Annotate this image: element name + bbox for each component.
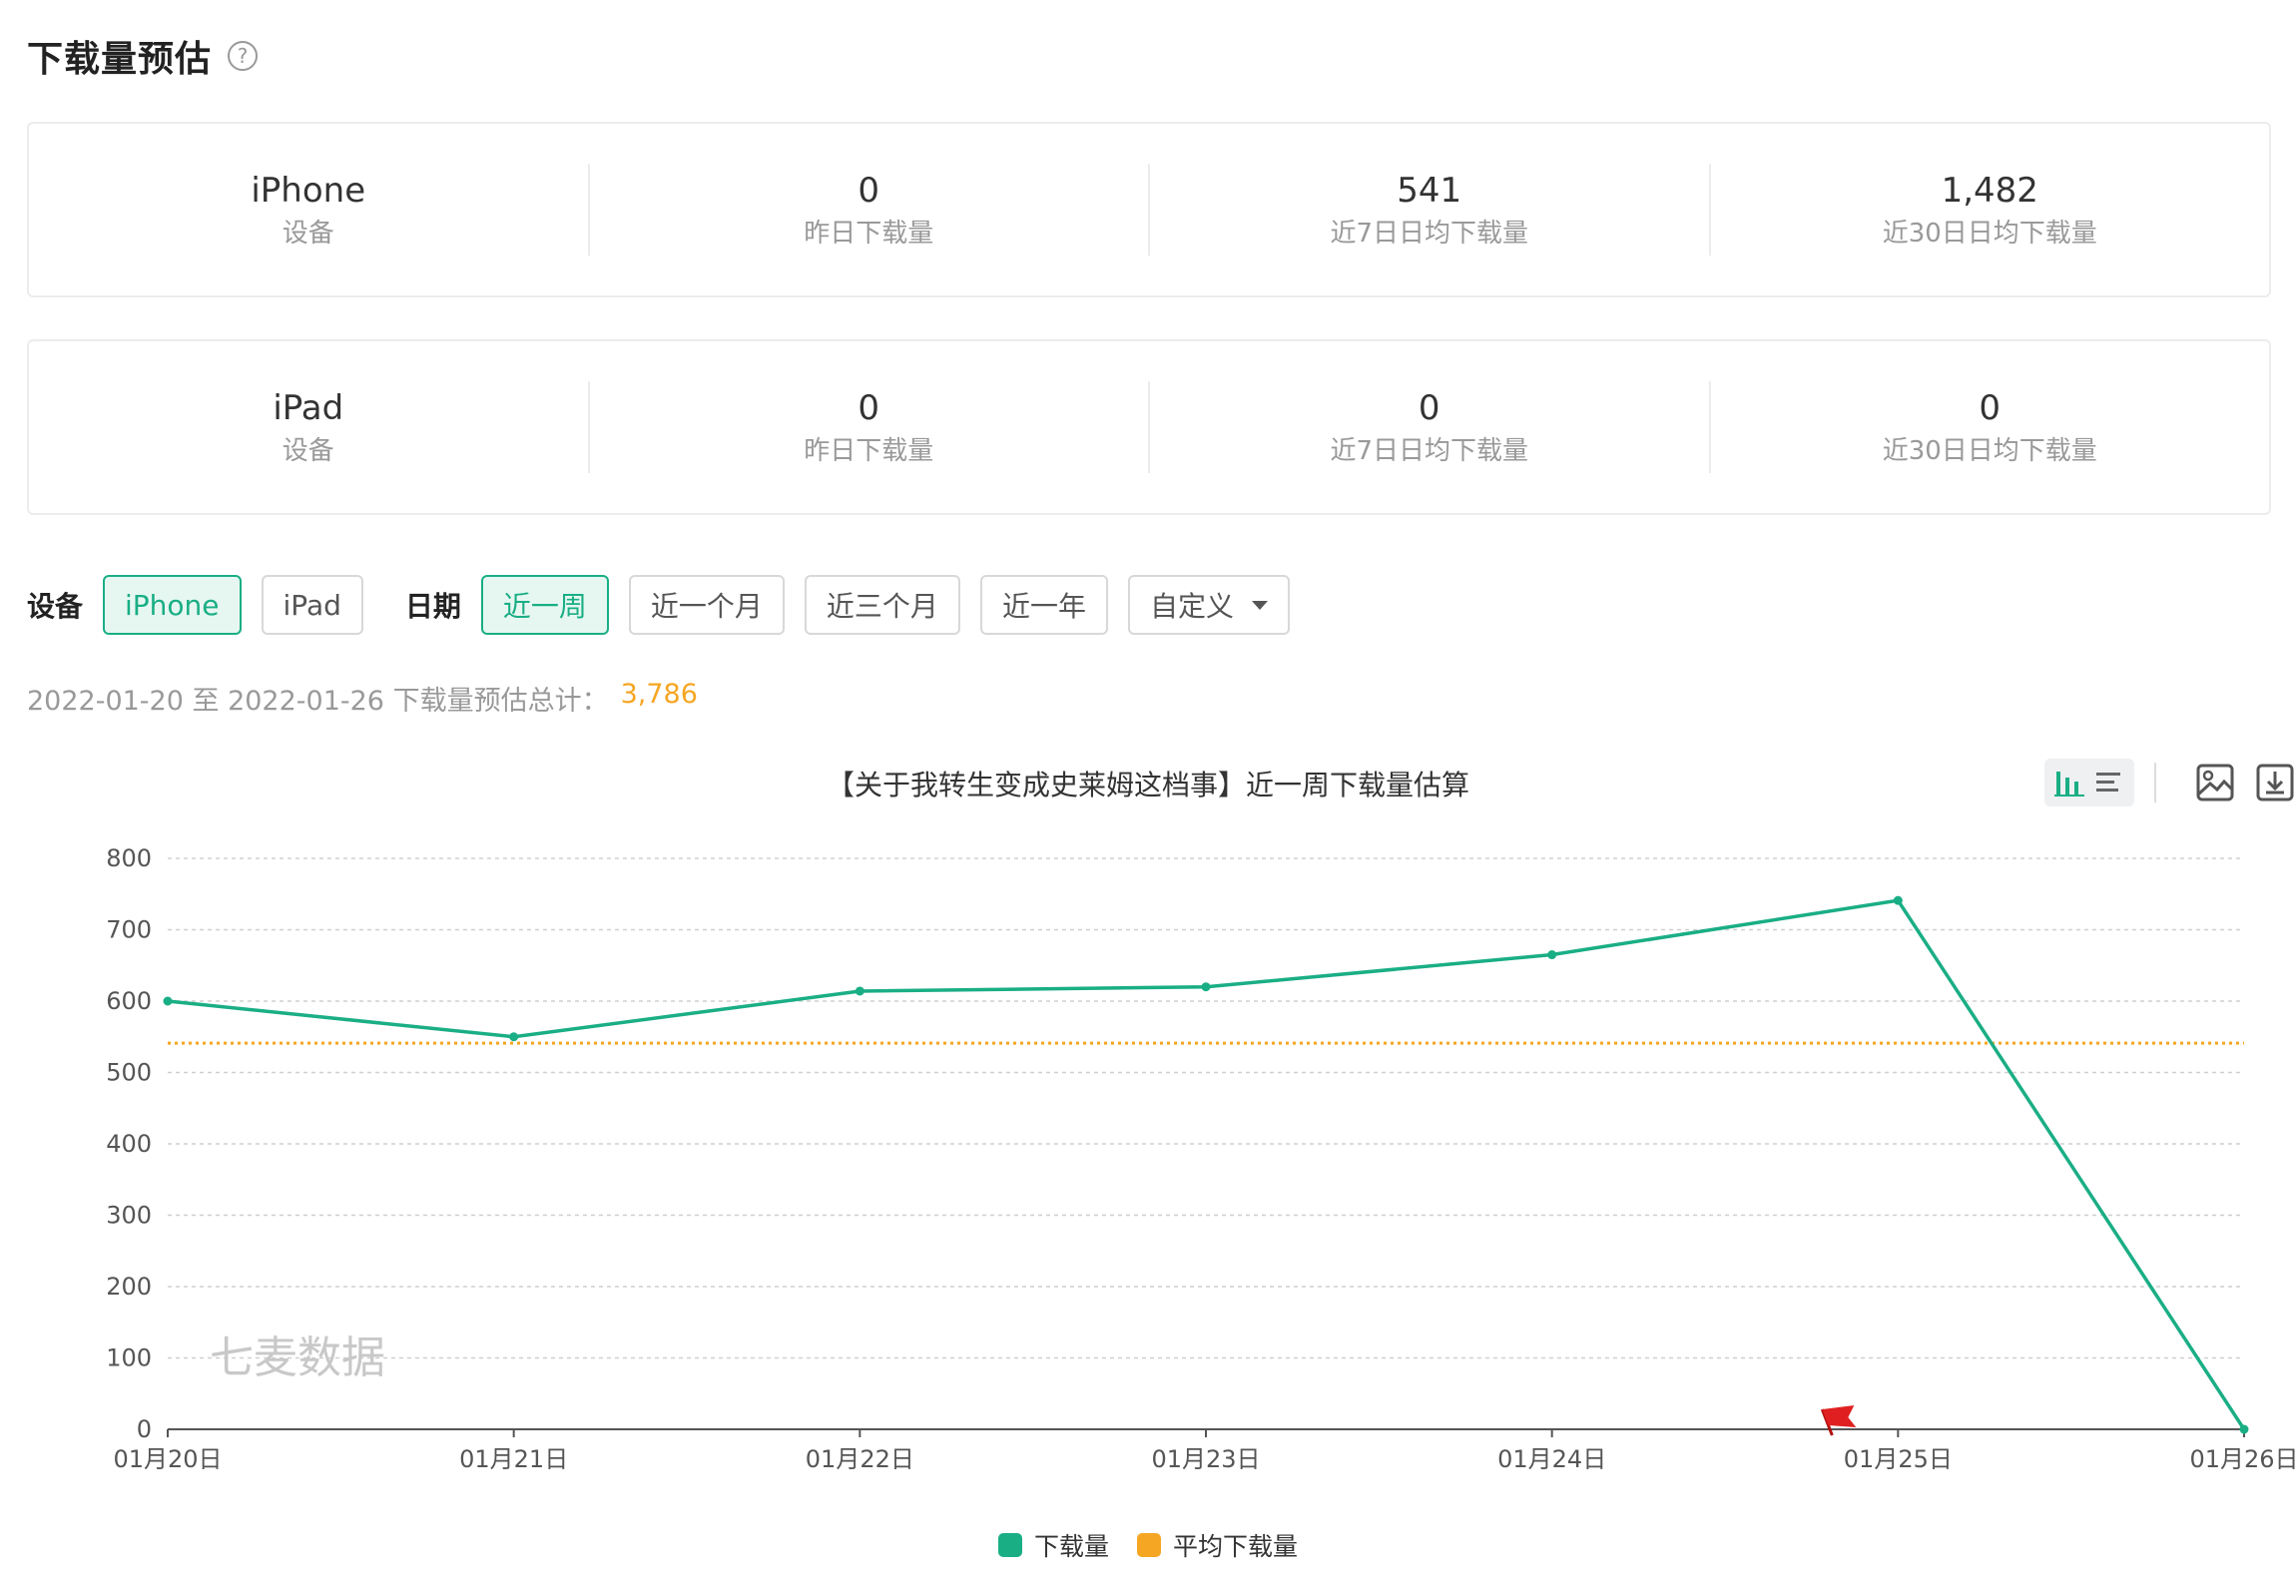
ipad-stats-card: iPad 设备 0 昨日下载量 0 近7日日均下载量 0 近30日日均下载量 — [27, 339, 2271, 515]
list-icon[interactable] — [2094, 769, 2124, 797]
legend-swatch — [1137, 1533, 1161, 1557]
x-tick-label: 01月22日 — [806, 1445, 914, 1473]
range-year-button[interactable]: 近一年 — [979, 575, 1108, 635]
summary-total: 3,786 — [620, 679, 698, 710]
downloads-series-line — [167, 898, 2246, 1430]
custom-range-dropdown[interactable]: 自定义 — [1127, 575, 1290, 635]
stat-cell: iPad 设备 — [29, 381, 590, 473]
series-layer — [163, 895, 2249, 1434]
stat-label: 昨日下载量 — [804, 436, 934, 466]
legend-label: 平均下载量 — [1173, 1532, 1299, 1561]
stat-value: 0 — [858, 171, 880, 211]
x-tick-label: 01月26日 — [2189, 1445, 2296, 1473]
stat-value: iPad — [273, 388, 344, 428]
legend-item-downloads[interactable]: 下载量 — [997, 1527, 1109, 1563]
stat-cell: 541 近7日日均下载量 — [1150, 164, 1711, 256]
y-tick-label: 300 — [106, 1202, 152, 1230]
data-point[interactable] — [2239, 1424, 2249, 1434]
toolbar-divider — [2154, 763, 2156, 802]
range-month-button[interactable]: 近一个月 — [628, 575, 785, 635]
download-summary: 2022-01-20 至 2022-01-26 下载量预估总计： 3,786 — [27, 679, 698, 718]
data-point[interactable] — [509, 1032, 519, 1042]
stat-value: 0 — [858, 388, 880, 428]
chart-title: 【关于我转生变成史莱姆这档事】近一周下载量估算 — [826, 769, 1469, 801]
download-icon[interactable] — [2254, 762, 2296, 803]
data-point[interactable] — [1201, 982, 1211, 992]
y-tick-label: 0 — [137, 1415, 152, 1443]
y-tick-label: 400 — [106, 1130, 152, 1158]
summary-text: 2022-01-20 至 2022-01-26 下载量预估总计： — [27, 686, 609, 717]
data-point[interactable] — [855, 986, 864, 996]
stat-cell: 0 昨日下载量 — [590, 164, 1150, 256]
y-tick-label: 200 — [106, 1273, 152, 1301]
stat-label: 近30日日均下载量 — [1882, 219, 2097, 249]
device-iphone-button[interactable]: iPhone — [103, 575, 242, 635]
y-tick-label: 500 — [106, 1059, 152, 1087]
stat-label: 近7日日均下载量 — [1330, 436, 1529, 466]
stat-value: 541 — [1397, 171, 1462, 211]
legend-item-average[interactable]: 平均下载量 — [1137, 1527, 1298, 1563]
data-point[interactable] — [1547, 950, 1557, 960]
x-tick-label: 01月21日 — [459, 1445, 568, 1473]
data-point[interactable] — [163, 996, 173, 1006]
line-chart: 0 100 200 300 400 500 600 700 800 01月20日 01月21日 01月… — [106, 844, 2296, 1473]
x-tick-label: 01月23日 — [1151, 1445, 1260, 1473]
y-tick-label: 600 — [106, 987, 152, 1015]
range-quarter-button[interactable]: 近三个月 — [804, 575, 960, 635]
stat-label: 昨日下载量 — [804, 219, 934, 249]
bar-chart-icon[interactable] — [2054, 768, 2086, 798]
title-row: 下载量预估 ? — [27, 30, 259, 82]
chart-watermark: 七麦数据 — [210, 1332, 385, 1383]
range-week-button[interactable]: 近一周 — [480, 575, 609, 635]
axis-layer: 0 100 200 300 400 500 600 700 800 01月20日 01月21日 01月… — [106, 844, 2296, 1473]
chart-view-toggle[interactable] — [2044, 759, 2134, 806]
x-tick-label: 01月24日 — [1497, 1445, 1606, 1473]
device-filter-label: 设备 — [27, 590, 84, 623]
x-tick-label: 01月20日 — [113, 1445, 222, 1473]
custom-range-label: 自定义 — [1149, 590, 1234, 623]
stat-value: iPhone — [251, 171, 366, 211]
stat-value: 0 — [1979, 388, 2002, 428]
y-tick-label: 700 — [106, 916, 152, 944]
stat-label: 设备 — [282, 436, 334, 466]
stat-cell: iPhone 设备 — [29, 164, 590, 256]
y-tick-label: 800 — [106, 844, 152, 872]
stat-label: 近7日日均下载量 — [1330, 219, 1529, 249]
caret-down-icon — [1251, 600, 1268, 610]
save-image-icon[interactable] — [2194, 762, 2236, 803]
stat-value: 1,482 — [1941, 171, 2038, 211]
y-tick-label: 100 — [106, 1344, 152, 1372]
grid-layer — [168, 857, 2244, 1359]
stat-cell: 1,482 近30日日均下载量 — [1711, 164, 2270, 256]
stat-cell: 0 近30日日均下载量 — [1711, 381, 2270, 473]
stat-label: 设备 — [282, 219, 334, 249]
filter-row: 设备 iPhone iPad 日期 近一周 近一个月 近三个月 近一年 自定义 — [27, 575, 1310, 635]
chart-legend: 下载量 平均下载量 — [0, 1527, 2296, 1563]
stat-label: 近30日日均下载量 — [1882, 436, 2097, 466]
iphone-stats-card: iPhone 设备 0 昨日下载量 541 近7日日均下载量 1,482 近30… — [27, 122, 2271, 297]
data-point[interactable] — [1893, 895, 1903, 905]
stat-cell: 0 近7日日均下载量 — [1150, 381, 1711, 473]
page-title: 下载量预估 — [27, 39, 213, 80]
stat-value: 0 — [1418, 388, 1440, 428]
chart-toolbar — [2044, 759, 2296, 806]
device-ipad-button[interactable]: iPad — [261, 575, 363, 635]
red-flag-icon[interactable] — [1820, 1405, 1857, 1436]
date-filter-label: 日期 — [404, 590, 461, 623]
question-circle-icon[interactable]: ? — [228, 41, 259, 71]
x-tick-label: 01月25日 — [1844, 1445, 1953, 1473]
stat-cell: 0 昨日下载量 — [590, 381, 1150, 473]
legend-swatch — [997, 1533, 1022, 1557]
legend-label: 下载量 — [1033, 1532, 1109, 1561]
